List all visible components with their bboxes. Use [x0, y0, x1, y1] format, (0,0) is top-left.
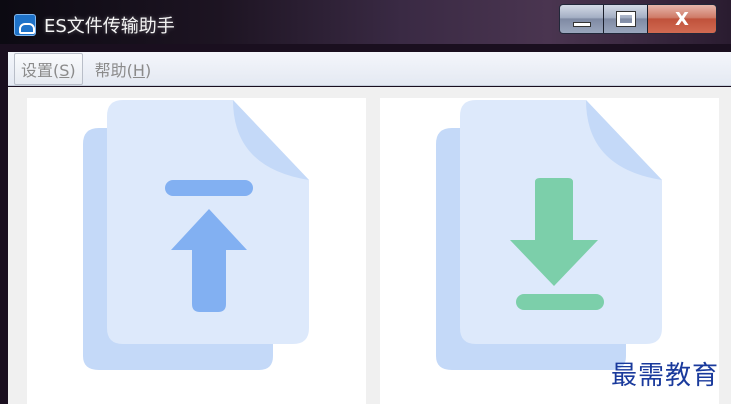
menu-settings[interactable]: 设置(S)	[14, 52, 83, 85]
app-icon	[14, 14, 36, 36]
minimize-icon	[572, 21, 591, 27]
menu-bar: 设置(S) 帮助(H)	[8, 52, 731, 86]
file-upload-icon	[83, 100, 309, 370]
maximize-button[interactable]	[604, 5, 648, 33]
upload-card[interactable]	[27, 98, 366, 404]
window-title: ES文件传输助手	[44, 16, 175, 37]
title-bar[interactable]: ES文件传输助手 X	[0, 0, 731, 44]
watermark-text: 最需教育	[610, 361, 719, 391]
close-icon: X	[675, 8, 689, 30]
window-controls: X	[559, 4, 717, 34]
maximize-icon	[615, 11, 636, 27]
close-button[interactable]: X	[648, 5, 716, 33]
minimize-button[interactable]	[560, 5, 604, 33]
menu-help[interactable]: 帮助(H)	[89, 54, 158, 84]
